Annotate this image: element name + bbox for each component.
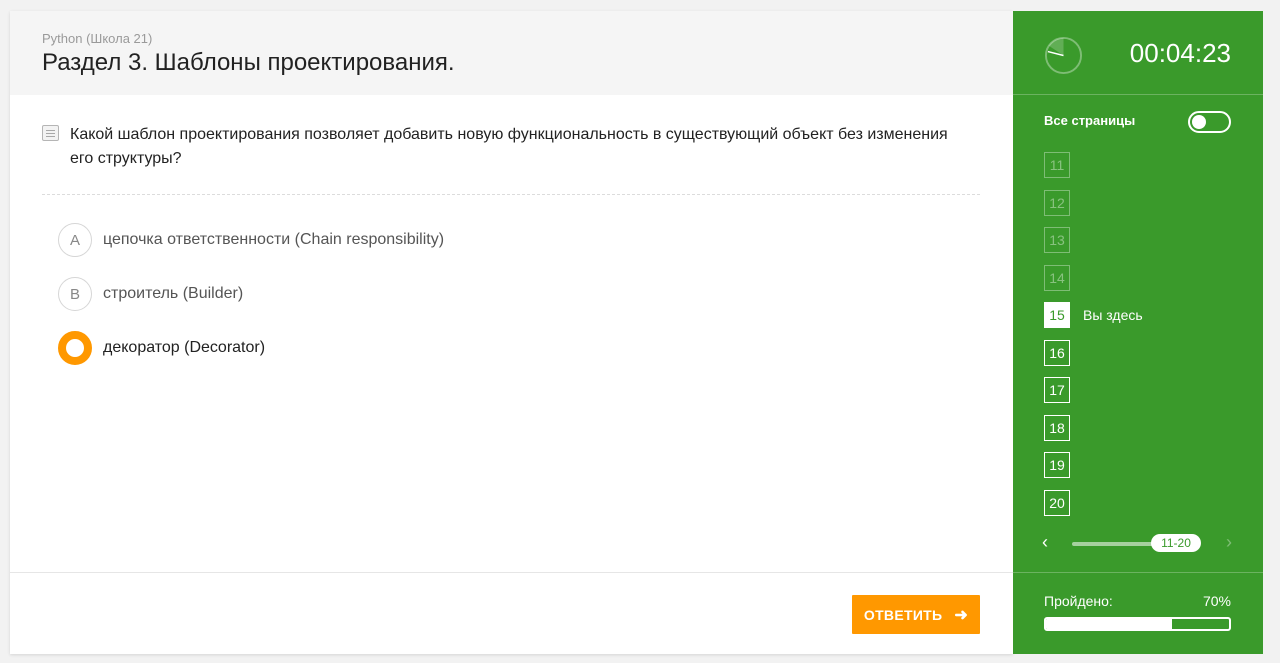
- page-number[interactable]: 17: [1044, 377, 1070, 403]
- answer-button[interactable]: ОТВЕТИТЬ ➜: [852, 595, 980, 634]
- page-item: 16: [1044, 339, 1143, 366]
- progress-bar: [1044, 617, 1231, 631]
- page-item: 12: [1044, 189, 1143, 216]
- option-label[interactable]: цепочка ответственности (Chain responsib…: [103, 231, 444, 249]
- chevron-left-icon[interactable]: ‹: [1042, 532, 1048, 553]
- page-number[interactable]: 13: [1044, 227, 1070, 253]
- page-item: 20: [1044, 489, 1143, 516]
- card-header: Python (Школа 21) Раздел 3. Шаблоны прое…: [10, 11, 1013, 95]
- progress-fill: [1046, 619, 1175, 629]
- page-item: 17: [1044, 377, 1143, 403]
- page-number[interactable]: 18: [1044, 414, 1070, 441]
- answer-option-a[interactable]: A цепочка ответственности (Chain respons…: [58, 222, 444, 258]
- answer-options: A цепочка ответственности (Chain respons…: [58, 222, 444, 384]
- timer-panel: 00:04:23: [1013, 11, 1263, 95]
- answer-option-c[interactable]: декоратор (Decorator): [58, 330, 444, 366]
- page-item: 14: [1044, 264, 1143, 291]
- all-pages-label: Все страницы: [1044, 113, 1136, 128]
- chevron-right-icon[interactable]: ›: [1226, 532, 1232, 553]
- page-number[interactable]: 11: [1044, 152, 1070, 178]
- page-list: 11 12 13 14 15 Вы здесь 16 17 18 19 20: [1044, 152, 1143, 527]
- page-item-current: 15 Вы здесь: [1044, 302, 1143, 328]
- question-card: Python (Школа 21) Раздел 3. Шаблоны прое…: [10, 11, 1013, 654]
- progress-label: Пройдено:: [1044, 593, 1113, 609]
- card-footer: ОТВЕТИТЬ ➜: [10, 572, 1013, 654]
- page-number[interactable]: 12: [1044, 189, 1070, 216]
- page-number[interactable]: 15: [1044, 302, 1070, 328]
- option-marker[interactable]: A: [58, 223, 92, 257]
- option-marker-selected[interactable]: [58, 331, 92, 365]
- divider: [42, 194, 980, 195]
- question: Какой шаблон проектирования позволяет до…: [42, 123, 972, 171]
- page-item: 19: [1044, 452, 1143, 478]
- page-number[interactable]: 14: [1044, 264, 1070, 291]
- progress-panel: Пройдено: 70%: [1013, 572, 1263, 654]
- page-title: Раздел 3. Шаблоны проектирования.: [42, 49, 455, 76]
- page-item: 13: [1044, 227, 1143, 253]
- page-number[interactable]: 20: [1044, 489, 1070, 516]
- page-number[interactable]: 19: [1044, 452, 1070, 478]
- timer: 00:04:23: [1129, 38, 1231, 68]
- sidebar: 00:04:23 Все страницы 11 12 13 14 15 Вы …: [1013, 11, 1263, 654]
- option-label[interactable]: строитель (Builder): [103, 285, 243, 303]
- pager-range[interactable]: 11-20: [1151, 534, 1201, 552]
- arrow-right-icon: ➜: [954, 606, 969, 624]
- progress-value: 70%: [1202, 593, 1231, 609]
- course-name: Python (Школа 21): [42, 31, 153, 46]
- all-pages-toggle[interactable]: [1188, 111, 1231, 133]
- document-icon: [42, 125, 59, 141]
- current-page-label: Вы здесь: [1083, 307, 1143, 323]
- answer-button-label: ОТВЕТИТЬ: [863, 606, 943, 623]
- page-item: 11: [1044, 152, 1143, 178]
- clock-icon: [1044, 36, 1083, 75]
- option-marker[interactable]: B: [58, 277, 92, 311]
- toggle-knob: [1192, 115, 1206, 129]
- question-text: Какой шаблон проектирования позволяет до…: [70, 126, 948, 167]
- page-number[interactable]: 16: [1044, 339, 1070, 366]
- page-item: 18: [1044, 414, 1143, 441]
- page-range-pager: ‹ 11-20 ›: [1042, 532, 1232, 552]
- answer-option-b[interactable]: B строитель (Builder): [58, 276, 444, 312]
- option-label[interactable]: декоратор (Decorator): [103, 339, 265, 357]
